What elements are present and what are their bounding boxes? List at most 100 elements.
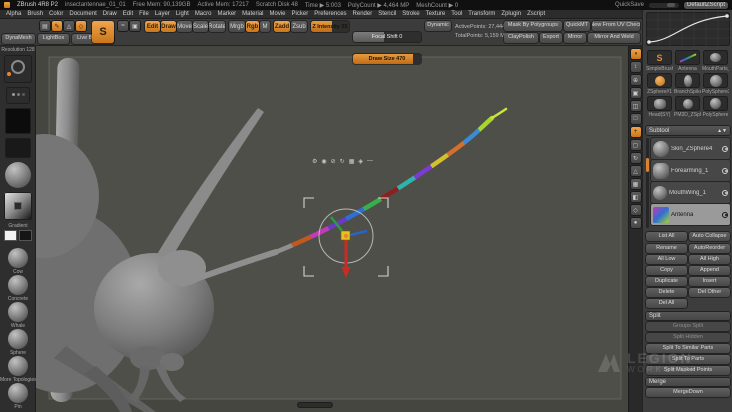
material-slot-1[interactable] [8,248,28,268]
tool-slot-6[interactable]: PolySphere3D [702,73,729,95]
groups-split-button[interactable]: Groups Split [646,322,730,331]
subtool-row-2[interactable]: Forearming_1 [651,160,730,181]
zadd-button[interactable]: Zadd [274,21,290,32]
menu-item-movie[interactable]: Movie [270,11,286,17]
solo-button[interactable]: ● [630,218,641,228]
focal-shift-slider[interactable]: Focal Shift 0 [353,32,421,42]
canvas-horizontal-scrollbar[interactable] [298,403,332,407]
tool-slot-9[interactable]: PolySphere [702,96,729,118]
menu-item-render[interactable]: Render [353,11,373,17]
gizmo-reset-icon[interactable]: ↻ [340,158,345,165]
menu-item-picker[interactable]: Picker [292,11,309,17]
visibility-eye-icon[interactable] [722,167,728,174]
list-all-button[interactable]: List All [646,232,687,241]
floor-button[interactable]: ▦ [630,179,641,189]
menu-item-marker[interactable]: Marker [217,11,236,17]
draw-size-slider[interactable]: Draw Size 470 [353,54,421,64]
zsub-button[interactable]: Zsub [291,21,307,32]
auto-collapse-button[interactable]: Auto Collapse [689,232,730,241]
menu-item-stencil[interactable]: Stencil [378,11,396,17]
menu-item-document[interactable]: Document [69,11,96,17]
gizmo-collapse-icon[interactable]: — [367,158,373,165]
mirror-and-weld-button[interactable]: Mirror And Weld [588,33,640,43]
menu-item-preferences[interactable]: Preferences [314,11,346,17]
projection-master-icon[interactable]: ▤ [40,21,50,31]
tool-slot-3[interactable]: MouthParts_1 [702,50,729,72]
material-slot-2[interactable] [8,275,28,295]
tool-slot-5[interactable]: BranchSpike_1 [674,73,701,95]
quicksave-button[interactable]: QuickSave [615,2,644,8]
menu-item-layer[interactable]: Layer [155,11,170,17]
lightbox-button[interactable]: LightBox [38,34,69,44]
sculptris-pro-icon[interactable]: ◬ [64,21,74,31]
material-slot-3[interactable] [8,302,28,322]
autoreorder-button[interactable]: AutoReorder [689,244,730,253]
subtool-section-header[interactable]: Subtool ▲▼ [646,126,730,135]
material-slot-6[interactable] [8,383,28,403]
menu-item-alpha[interactable]: Alpha [6,11,21,17]
export-button[interactable]: Export [540,33,562,43]
insert-button[interactable]: Insert [689,277,730,286]
subtool-row-4-selected[interactable]: Antenna [651,204,730,225]
scale-view-button[interactable]: ▢ [630,140,641,150]
gizmo-symmetry-icon[interactable]: ⊘ [331,158,336,165]
del-other-button[interactable]: Del Other [689,288,730,297]
visibility-eye-icon[interactable] [722,211,728,218]
delete-button[interactable]: Delete [646,288,687,297]
tool-slot-1[interactable]: S SimpleBrush [646,50,673,72]
gizmo-visibility-icon[interactable]: ◉ [321,158,326,165]
visibility-eye-icon[interactable] [722,189,728,196]
menu-item-zscript[interactable]: Zscript [527,11,545,17]
alpha-selector[interactable] [5,108,31,134]
swatch-black[interactable] [19,230,32,241]
subtool-row-1[interactable]: Skin_ZSphere4 [651,138,730,159]
gizmo-settings-icon[interactable]: ⚙ [312,158,317,165]
split-hidden-button[interactable]: Split Hidden [646,333,730,342]
transp-button[interactable]: ◧ [630,192,641,202]
menu-item-material[interactable]: Material [242,11,263,17]
z-intensity-slider[interactable]: Z Intensity 25 [311,21,349,32]
viewport[interactable]: ⚙ ◉ ⊘ ↻ ▦ ◈ — [0,46,628,412]
menu-item-draw[interactable]: Draw [103,11,117,17]
stroke-type-icon[interactable]: ≈ [118,21,128,31]
actual-size-button[interactable]: ▣ [630,88,641,98]
tool-slot-8[interactable]: PM3D_ZSphere1 [674,96,701,118]
menu-item-light[interactable]: Light [176,11,189,17]
quickmt-button[interactable]: QuickMT [564,21,590,31]
merge-down-button[interactable]: MergeDown [646,388,730,397]
gizmo-mesh-align-icon[interactable]: ▦ [349,158,355,165]
new-from-uv-check-button[interactable]: New From UV Check [592,21,640,31]
rotate-view-button[interactable]: ↻ [630,153,641,163]
del-all-button[interactable]: Del All [646,299,687,308]
menu-item-color[interactable]: Color [49,11,63,17]
alpha-slot-icon[interactable]: ▣ [130,21,140,31]
mirror-button[interactable]: Mirror [564,33,586,43]
menu-item-tool[interactable]: Tool [451,11,462,17]
quicksketch-icon[interactable]: ✎ [52,21,62,31]
scale-mode-button[interactable]: Scale [193,21,208,32]
material-selector[interactable] [5,162,31,188]
persp-button[interactable]: △ [630,166,641,176]
split-to-similar-parts-button[interactable]: Split To Similar Parts [646,344,730,353]
all-low-button[interactable]: All Low [646,255,687,264]
perspective-icon[interactable]: ◇ [76,21,86,31]
split-to-parts-button[interactable]: Split To Parts [646,355,730,364]
menu-item-transform[interactable]: Transform [468,11,495,17]
subtool-row-3[interactable]: MouthWing_1 [651,182,730,203]
stroke-selector[interactable] [6,87,30,104]
rename-button[interactable]: Rename [646,244,687,253]
tool-slot-2[interactable]: Antenna [674,50,701,72]
copy-button[interactable]: Copy [646,266,687,275]
subtool-scroll-icons[interactable]: ▲▼ [717,128,727,134]
bpr-render-button[interactable]: ◑ [630,49,641,59]
zoom-button[interactable]: ⊕ [630,75,641,85]
append-button[interactable]: Append [689,266,730,275]
ghost-button[interactable]: ◇ [630,205,641,215]
edit-mode-button[interactable]: Edit [145,21,160,32]
move-mode-button[interactable]: Move [177,21,192,32]
mask-by-polygroups-button[interactable]: Mask By Polygroups [504,21,562,31]
menu-item-brush[interactable]: Brush [27,11,43,17]
brush-selector[interactable] [4,55,32,83]
aahalf-button[interactable]: ◫ [630,101,641,111]
titlebar-slider[interactable] [648,2,679,8]
